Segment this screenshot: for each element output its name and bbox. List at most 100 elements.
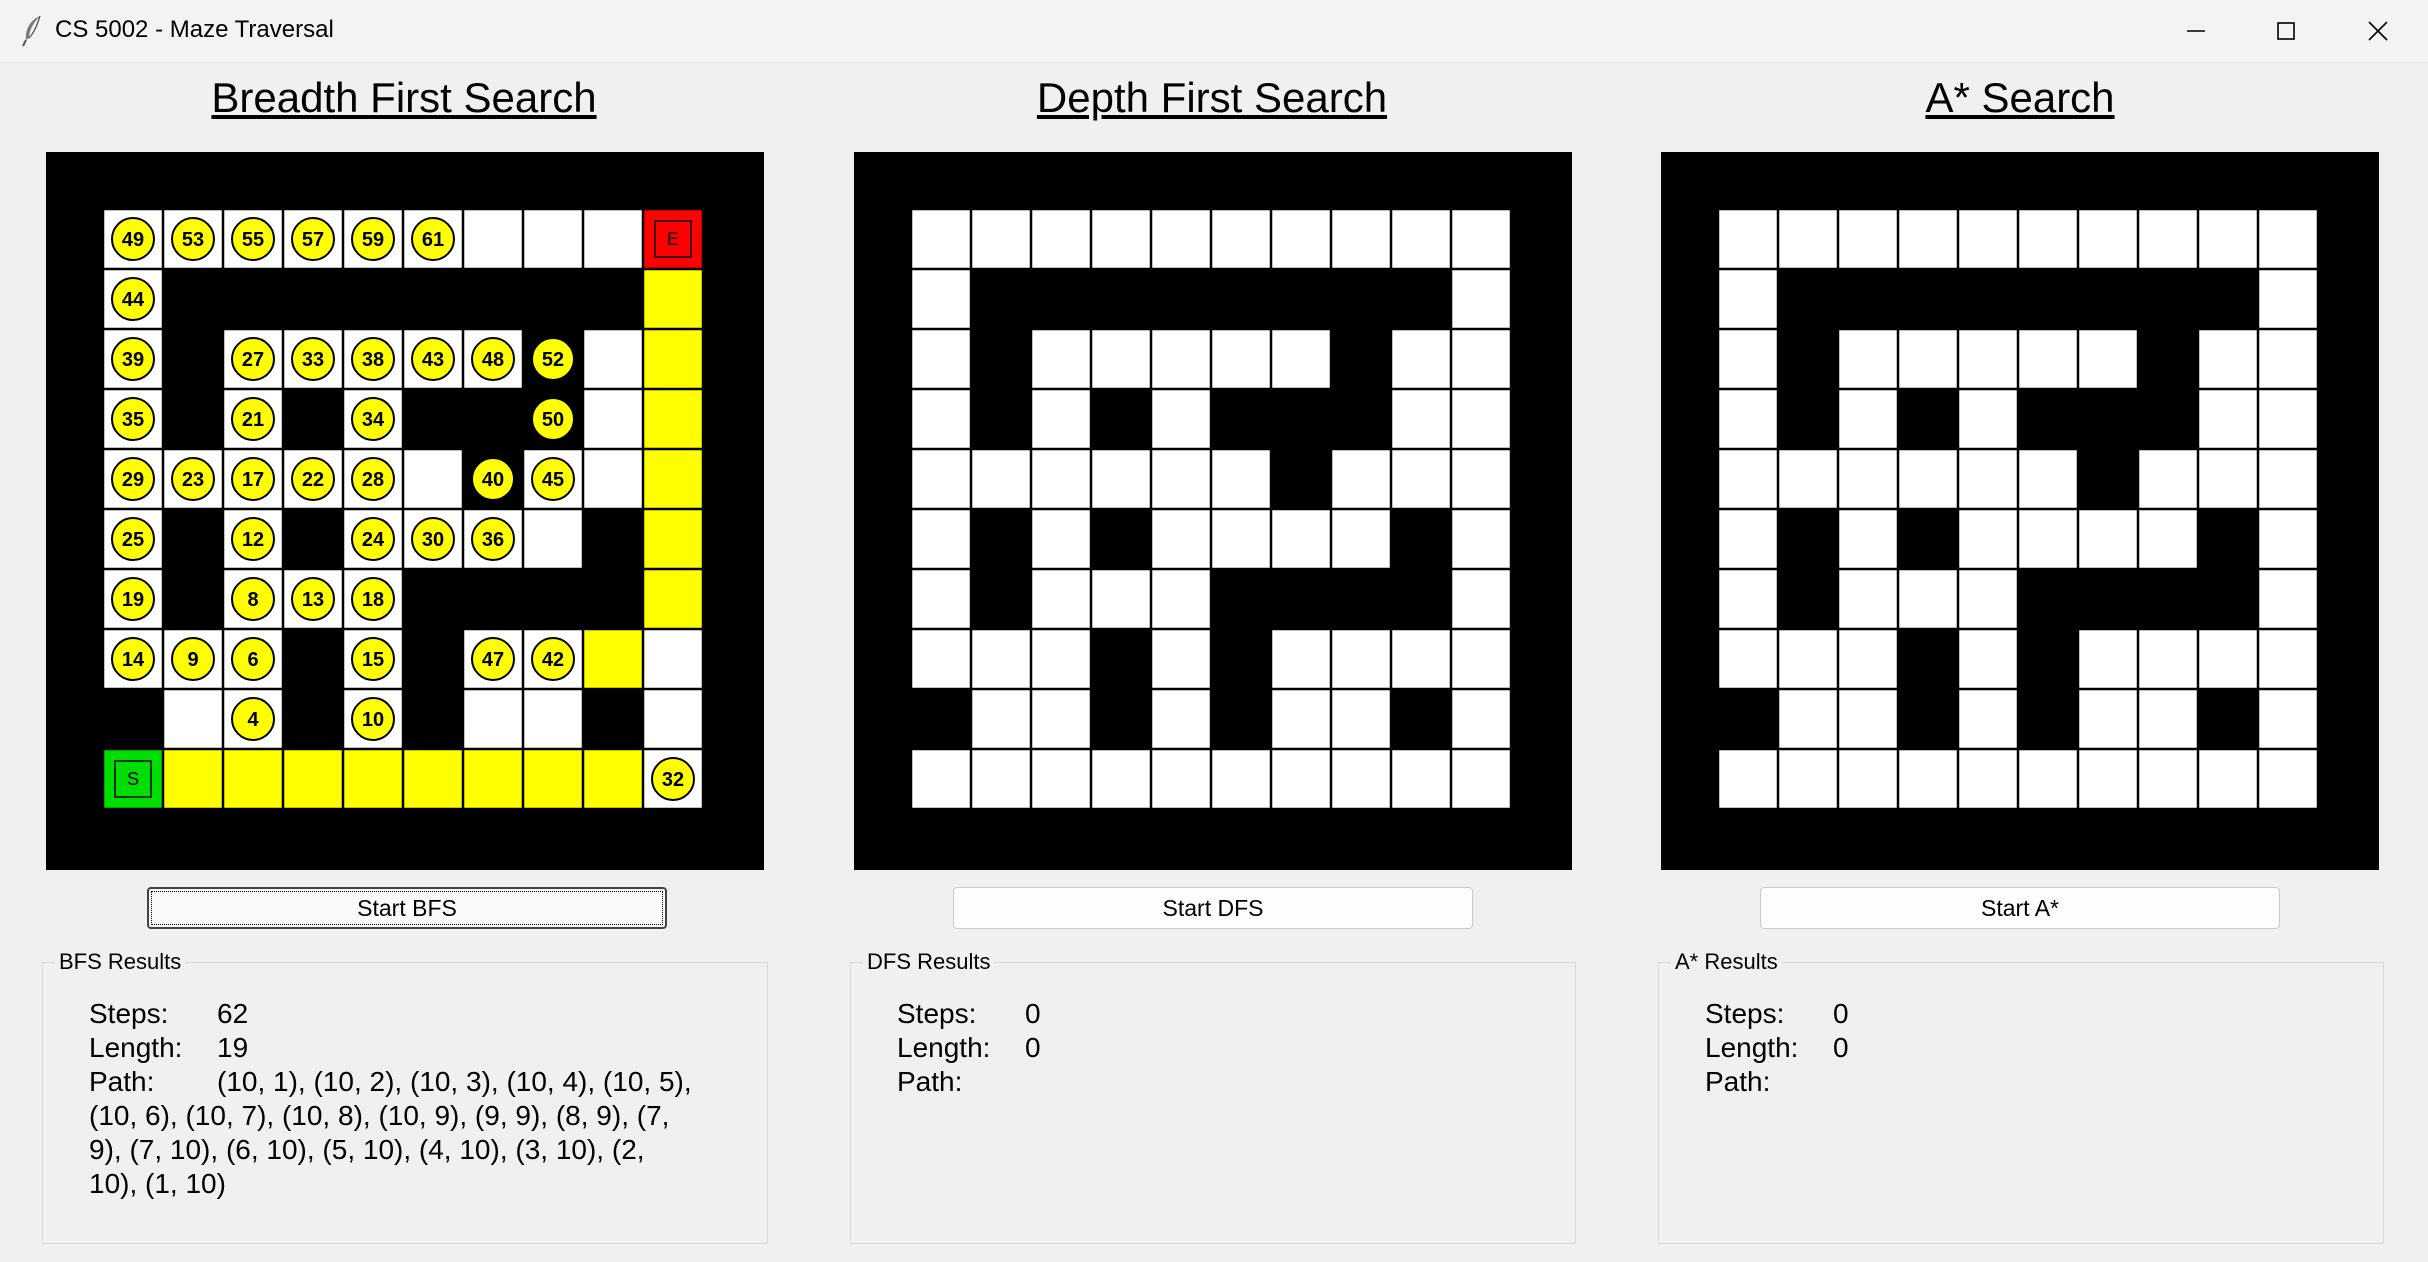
maze-cell-open [2077,208,2139,270]
maze-cell-open [1270,628,1332,690]
maze-cell-open [1330,448,1392,510]
visit-order-label: 18 [362,589,384,611]
maze-cell-open [1897,208,1959,270]
maze-cell-open [2077,628,2139,690]
maze-cell-open [1030,508,1092,570]
maze-cell-open [1090,748,1152,810]
maze-cell-open [1330,208,1392,270]
astar-length-value: 0 [1833,1032,1849,1063]
maze-cell-path [162,748,224,810]
maze-cell-open [970,448,1032,510]
maze-cell-open [910,628,972,690]
maze-cell-open [1030,448,1092,510]
maze-cell-path [282,748,344,810]
maze-cell-open [910,208,972,270]
maze-cell-open [2257,568,2319,630]
steps-label: Steps: [897,998,977,1029]
maze-cell-open [1450,388,1512,450]
maze-cell-open [2257,748,2319,810]
maze-cell-open [970,748,1032,810]
visit-order-label: 36 [482,529,504,551]
visit-order-label: 15 [362,649,384,671]
astar-results-title: A* Results [1671,949,1782,975]
bfs-path-value: (10, 1), (10, 2), (10, 3), (10, 4), (10,… [89,1066,692,1199]
visit-order-label: 48 [482,349,504,371]
maze-cell-open [1837,568,1899,630]
maze-cell-open [1777,448,1839,510]
maze-cell-open [1717,388,1779,450]
maximize-button[interactable] [2240,0,2332,62]
maze-cell-open [2137,208,2199,270]
maze-cell-open [1957,688,2019,750]
maze-cell-open [910,328,972,390]
maze-cell-path [642,388,704,450]
visit-order-label: 52 [542,349,564,371]
visit-order-label: 44 [122,289,145,311]
maximize-icon [2277,22,2295,40]
maze-cell-open [1390,628,1452,690]
astar-results-group: A* Results Steps: 0 Length: 0 Path: [1658,949,2384,1244]
maze-cell-open [1957,208,2019,270]
maze-cell-open [1210,508,1272,570]
maze-cell-open [1330,688,1392,750]
maze-cell-open [642,688,704,750]
maze-cell-open [582,328,644,390]
visit-order-label: 12 [242,529,264,551]
maze-cell-path [582,628,644,690]
maze-cell-open [2137,448,2199,510]
maze-cell-open [1777,208,1839,270]
maze-cell-open [1837,688,1899,750]
start-bfs-button[interactable]: Start BFS [147,887,667,929]
visit-order-label: 61 [422,229,444,251]
maze-cell-open [1330,748,1392,810]
start-label: S [127,769,139,789]
maze-cell-open [2257,448,2319,510]
maze-cell-open [1450,328,1512,390]
maze-cell-open [1717,748,1779,810]
visit-order-label: 57 [302,229,324,251]
path-label: Path: [1705,1066,1771,1097]
maze-cell-open [1897,568,1959,630]
visit-order-label: 32 [662,769,684,791]
length-label: Length: [1705,1032,1799,1063]
visit-order-label: 59 [362,229,384,251]
maze-cell-open [1390,388,1452,450]
maze-cell-open [522,688,584,750]
maze-cell-open [1717,448,1779,510]
maze-cell-open [1957,328,2019,390]
maze-cell-open [642,628,704,690]
visit-order-label: 6 [247,649,258,671]
bfs-steps-value: 62 [217,998,249,1029]
maze-cell-open [1210,328,1272,390]
maze-cell-open [1030,628,1092,690]
maze-cell-open [2077,748,2139,810]
start-astar-button[interactable]: Start A* [1760,887,2280,929]
minimize-button[interactable] [2150,0,2242,62]
minimize-icon [2187,30,2205,32]
maze-cell-open [1270,688,1332,750]
maze-cell-path [342,748,404,810]
maze-cell-open [1837,748,1899,810]
maze-cell-open [1450,568,1512,630]
maze-cell-path [402,748,464,810]
maze-cell-open [2077,328,2139,390]
maze-cell-open [2017,208,2079,270]
close-button[interactable] [2332,0,2424,62]
maze-cell-path [582,748,644,810]
maze-cell-open [1150,748,1212,810]
maze-cell-open [2257,628,2319,690]
dfs-maze-canvas [854,152,1572,870]
maze-cell-open [1837,448,1899,510]
maze-cell-open [1150,208,1212,270]
dfs-panel-title: Depth First Search [1036,74,1388,121]
maze-cell-open [1150,388,1212,450]
visit-order-label: 35 [122,409,144,431]
bfs-results-group: BFS Results Steps: 62 Length: 19 Path: (… [42,949,768,1244]
maze-cell-open [2197,328,2259,390]
maze-cell-path [522,748,584,810]
visit-order-label: 13 [302,589,324,611]
start-dfs-button[interactable]: Start DFS [953,887,1473,929]
maze-cell-open [1897,328,1959,390]
maze-cell-open [970,208,1032,270]
visit-order-label: 55 [242,229,264,251]
